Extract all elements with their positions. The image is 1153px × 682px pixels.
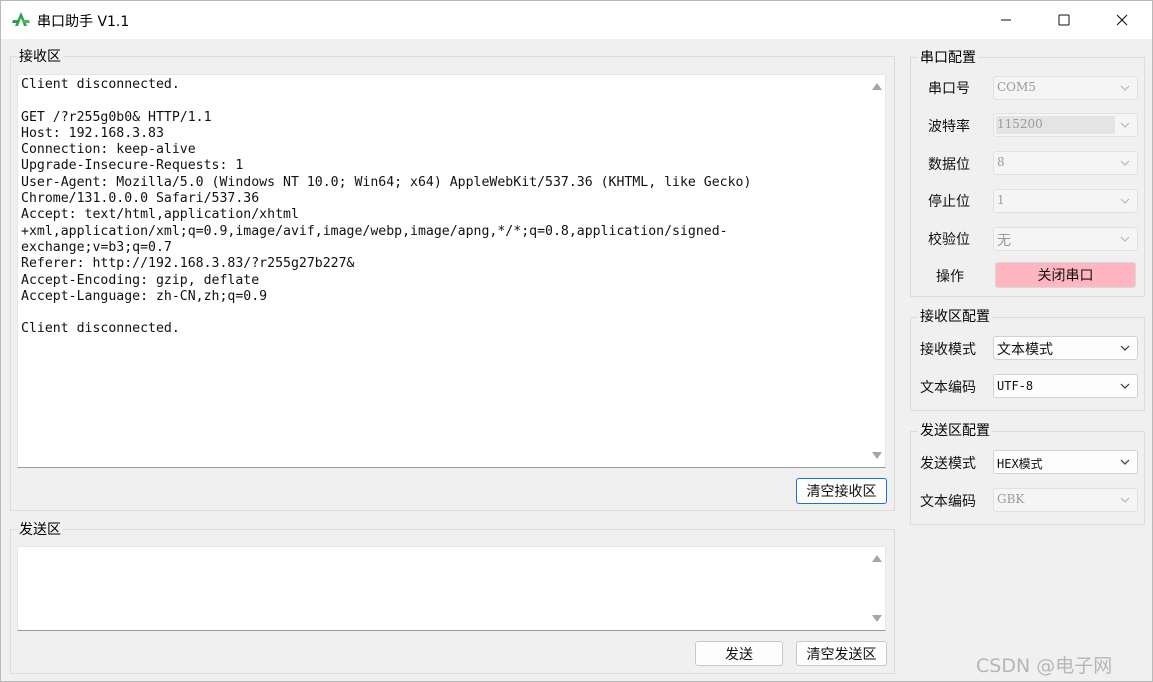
chevron-down-icon bbox=[1120, 459, 1130, 465]
receive-line: Accept: text/html,application/xhtml bbox=[21, 207, 299, 223]
stop-bits-select[interactable]: 1 bbox=[993, 189, 1138, 213]
data-bits-value: 8 bbox=[997, 155, 1005, 169]
receive-line: GET /?r255g0b0& HTTP/1.1 bbox=[21, 109, 212, 125]
scroll-down-icon[interactable] bbox=[872, 452, 882, 459]
chevron-down-icon bbox=[1120, 497, 1130, 503]
watermark: CSDN @电子网 bbox=[976, 633, 1151, 681]
baud-label: 波特率 bbox=[928, 119, 970, 135]
minimize-button[interactable] bbox=[977, 1, 1035, 39]
send-group-label: 发送区 bbox=[17, 519, 63, 539]
receive-line: exchange;v=b3;q=0.7 bbox=[21, 239, 172, 255]
receive-line: User-Agent: Mozilla/5.0 (Windows NT 10.0… bbox=[21, 174, 752, 190]
receive-line bbox=[21, 93, 751, 109]
send-textarea[interactable] bbox=[17, 546, 886, 631]
chevron-down-icon bbox=[1120, 236, 1130, 242]
send-encoding-label: 文本编码 bbox=[920, 494, 976, 510]
receive-encoding-label: 文本编码 bbox=[920, 380, 976, 396]
receive-line: Accept-Language: zh-CN,zh;q=0.9 bbox=[21, 288, 268, 304]
receive-encoding-select[interactable]: UTF-8 bbox=[993, 374, 1138, 398]
send-scrollbar[interactable] bbox=[867, 547, 885, 630]
action-label: 操作 bbox=[936, 269, 964, 285]
send-mode-value: HEX模式 bbox=[997, 457, 1043, 471]
receive-line: +xml,application/xml;q=0.9,image/avif,im… bbox=[21, 223, 728, 239]
chevron-down-icon bbox=[1120, 383, 1130, 389]
receive-line: Connection: keep-alive bbox=[21, 142, 196, 158]
parity-value: 无 bbox=[997, 233, 1011, 249]
receive-line: Client disconnected. bbox=[21, 77, 180, 92]
clear-send-button[interactable]: 清空发送区 bbox=[796, 641, 887, 666]
chevron-down-icon bbox=[1120, 85, 1130, 91]
baud-select[interactable]: 115200 bbox=[993, 113, 1138, 137]
maximize-button[interactable] bbox=[1035, 1, 1093, 39]
chevron-down-icon bbox=[1120, 345, 1130, 351]
receive-line: Upgrade-Insecure-Requests: 1 bbox=[21, 158, 244, 174]
receive-scrollbar[interactable] bbox=[867, 75, 885, 467]
receive-line: Accept-Encoding: gzip, deflate bbox=[21, 272, 260, 288]
app-logo-icon bbox=[12, 12, 30, 26]
receive-encoding-value: UTF-8 bbox=[997, 379, 1034, 393]
window-title: 串口助手 V1.1 bbox=[37, 14, 130, 30]
port-label: 串口号 bbox=[928, 81, 970, 97]
send-button[interactable]: 发送 bbox=[695, 641, 783, 666]
receive-config-label: 接收区配置 bbox=[918, 306, 992, 326]
send-mode-label: 发送模式 bbox=[920, 456, 976, 472]
stop-bits-value: 1 bbox=[997, 193, 1005, 207]
close-icon bbox=[1116, 14, 1128, 26]
chevron-down-icon bbox=[1120, 198, 1130, 204]
port-select[interactable]: COM5 bbox=[993, 76, 1138, 100]
data-bits-select[interactable]: 8 bbox=[993, 151, 1138, 175]
receive-textarea[interactable]: Client disconnected. GET /?r255g0b0& HTT… bbox=[17, 74, 886, 468]
send-encoding-value: GBK bbox=[997, 492, 1025, 506]
scroll-up-icon[interactable] bbox=[872, 555, 882, 562]
serial-config-label: 串口配置 bbox=[918, 47, 978, 67]
receive-line: Chrome/131.0.0.0 Safari/537.36 bbox=[21, 191, 260, 207]
minimize-icon bbox=[1001, 19, 1011, 21]
app-window: 串口助手 V1.1 接收区 Client disconnected. GET /… bbox=[0, 0, 1153, 682]
parity-label: 校验位 bbox=[928, 232, 970, 248]
scroll-down-icon[interactable] bbox=[872, 615, 882, 622]
stop-bits-label: 停止位 bbox=[928, 194, 970, 210]
chevron-down-icon bbox=[1120, 122, 1130, 128]
receive-mode-select[interactable]: 文本模式 bbox=[993, 336, 1138, 360]
send-mode-select[interactable]: HEX模式 bbox=[993, 450, 1138, 474]
send-config-label: 发送区配置 bbox=[918, 420, 992, 440]
receive-line bbox=[21, 305, 751, 321]
send-encoding-select[interactable]: GBK bbox=[993, 488, 1138, 512]
port-value: COM5 bbox=[997, 80, 1036, 94]
close-button[interactable] bbox=[1093, 1, 1151, 39]
title-bar[interactable]: 串口助手 V1.1 bbox=[1, 1, 1152, 39]
maximize-icon bbox=[1058, 14, 1070, 26]
receive-group-label: 接收区 bbox=[17, 46, 63, 66]
close-port-button[interactable]: 关闭串口 bbox=[995, 262, 1136, 288]
parity-select[interactable]: 无 bbox=[993, 227, 1138, 251]
watermark-text: CSDN @电子网 bbox=[976, 655, 1113, 677]
baud-value: 115200 bbox=[997, 117, 1043, 131]
receive-line: Host: 192.168.3.83 bbox=[21, 125, 164, 141]
data-bits-label: 数据位 bbox=[928, 157, 970, 173]
receive-line: Client disconnected. bbox=[21, 321, 180, 337]
receive-mode-label: 接收模式 bbox=[920, 342, 976, 358]
receive-mode-value: 文本模式 bbox=[997, 342, 1053, 358]
clear-receive-button[interactable]: 清空接收区 bbox=[796, 478, 887, 504]
chevron-down-icon bbox=[1120, 160, 1130, 166]
receive-line: Referer: http://192.168.3.83/?r255g27b22… bbox=[21, 256, 355, 272]
receive-text: Client disconnected. GET /?r255g0b0& HTT… bbox=[21, 77, 751, 338]
scroll-up-icon[interactable] bbox=[872, 83, 882, 90]
